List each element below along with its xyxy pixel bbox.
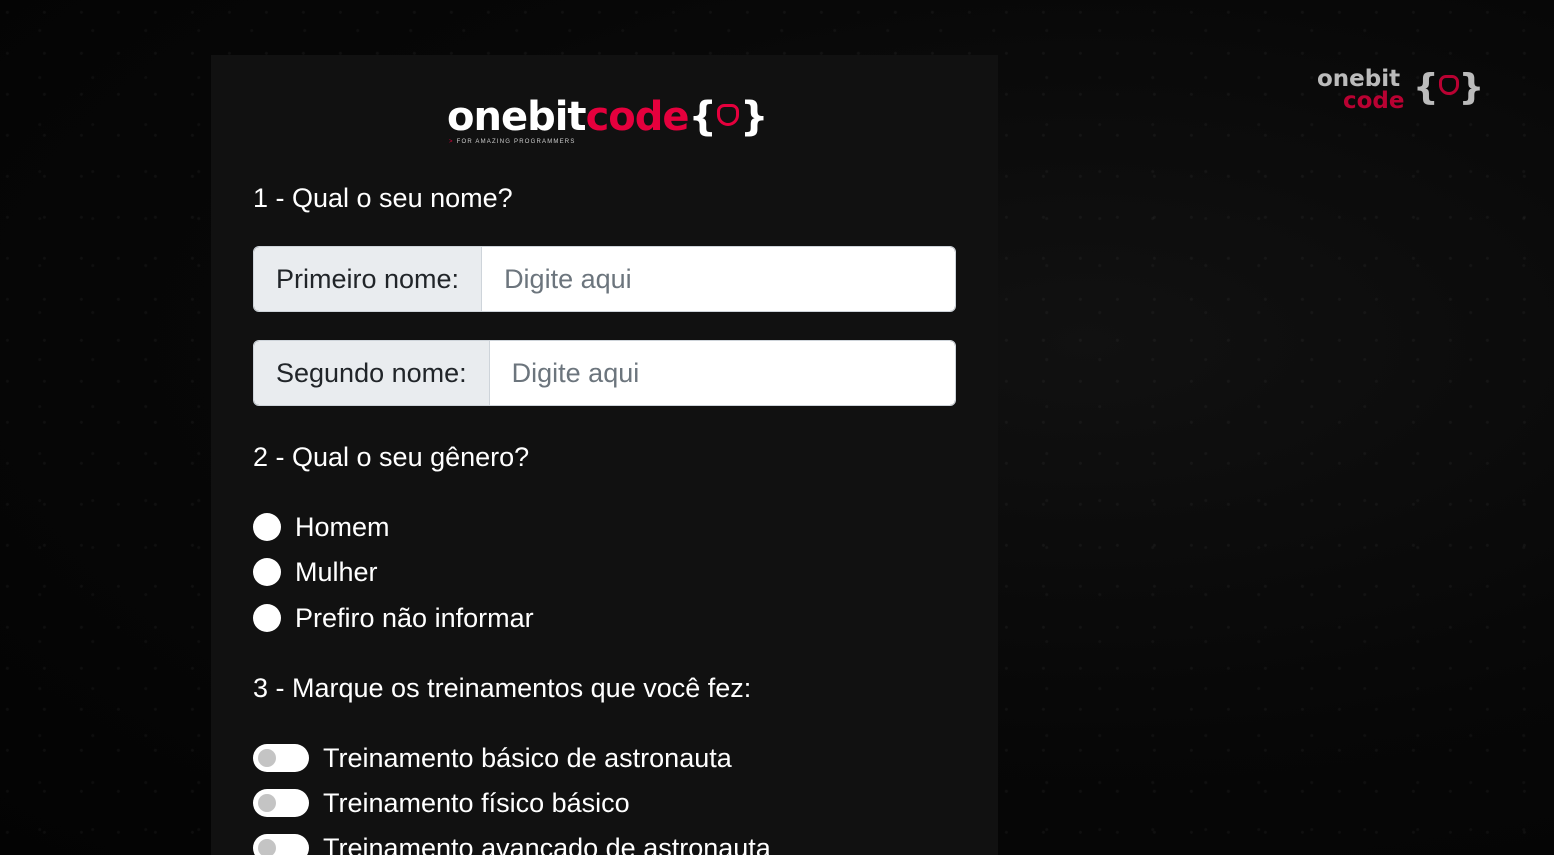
tagline-text: FOR AMAZING PROGRAMMERS xyxy=(456,139,576,145)
radio-button[interactable] xyxy=(253,513,281,541)
switch-knob xyxy=(258,839,276,855)
switch-knob xyxy=(258,749,276,767)
first-name-group: Primeiro nome: xyxy=(253,246,956,312)
training-option-basico-astronauta[interactable]: Treinamento básico de astronauta xyxy=(253,741,732,775)
logo-brace-close: } xyxy=(740,94,769,140)
rock-hand-icon xyxy=(717,104,739,126)
training-option-label: Treinamento avançado de astronauta xyxy=(323,832,771,855)
brand-logo: onebitcode{} > FOR AMAZING PROGRAMMERS xyxy=(447,91,769,151)
gender-option-homem[interactable]: Homem xyxy=(253,510,390,544)
rock-hand-icon xyxy=(1438,75,1459,95)
gender-option-label: Mulher xyxy=(295,556,378,587)
gender-option-prefiro-nao-informar[interactable]: Prefiro não informar xyxy=(253,601,534,635)
training-option-label: Treinamento básico de astronauta xyxy=(323,742,732,773)
last-name-label: Segundo nome: xyxy=(254,341,490,405)
question-name: 1 - Qual o seu nome? xyxy=(253,183,513,213)
toggle-switch[interactable] xyxy=(253,789,309,817)
logo-wordmark: onebitcode{} xyxy=(447,91,769,143)
logo-brace-open: { xyxy=(688,94,718,140)
corner-logo: onebit code {} xyxy=(1317,66,1484,116)
corner-brace-close: } xyxy=(1458,67,1485,108)
toggle-switch[interactable] xyxy=(253,834,309,855)
first-name-label: Primeiro nome: xyxy=(254,247,483,311)
last-name-group: Segundo nome: xyxy=(253,340,956,406)
training-option-avancado-astronauta[interactable]: Treinamento avançado de astronauta xyxy=(253,831,771,855)
radio-button[interactable] xyxy=(253,558,281,586)
logo-tagline: > FOR AMAZING PROGRAMMERS xyxy=(449,139,576,145)
radio-button[interactable] xyxy=(253,604,281,632)
last-name-input[interactable] xyxy=(489,341,955,405)
training-option-fisico-basico[interactable]: Treinamento físico básico xyxy=(253,786,630,820)
corner-logo-braces: {} xyxy=(1413,66,1484,110)
question-gender: 2 - Qual o seu gênero? xyxy=(253,442,530,472)
gender-option-label: Prefiro não informar xyxy=(295,602,534,633)
gender-option-mulher[interactable]: Mulher xyxy=(253,555,378,589)
switch-knob xyxy=(258,794,276,812)
logo-code: code xyxy=(585,94,690,140)
form-card: onebitcode{} > FOR AMAZING PROGRAMMERS 1… xyxy=(211,55,998,855)
training-option-label: Treinamento físico básico xyxy=(323,787,630,818)
logo-onebit: onebit xyxy=(447,94,587,140)
first-name-input[interactable] xyxy=(482,247,955,311)
gender-option-label: Homem xyxy=(295,511,390,542)
corner-brace-open: { xyxy=(1413,67,1439,108)
corner-logo-code: code xyxy=(1343,88,1405,114)
toggle-switch[interactable] xyxy=(253,744,309,772)
tagline-arrow: > xyxy=(449,139,454,145)
question-trainings: 3 - Marque os treinamentos que você fez: xyxy=(253,673,752,703)
